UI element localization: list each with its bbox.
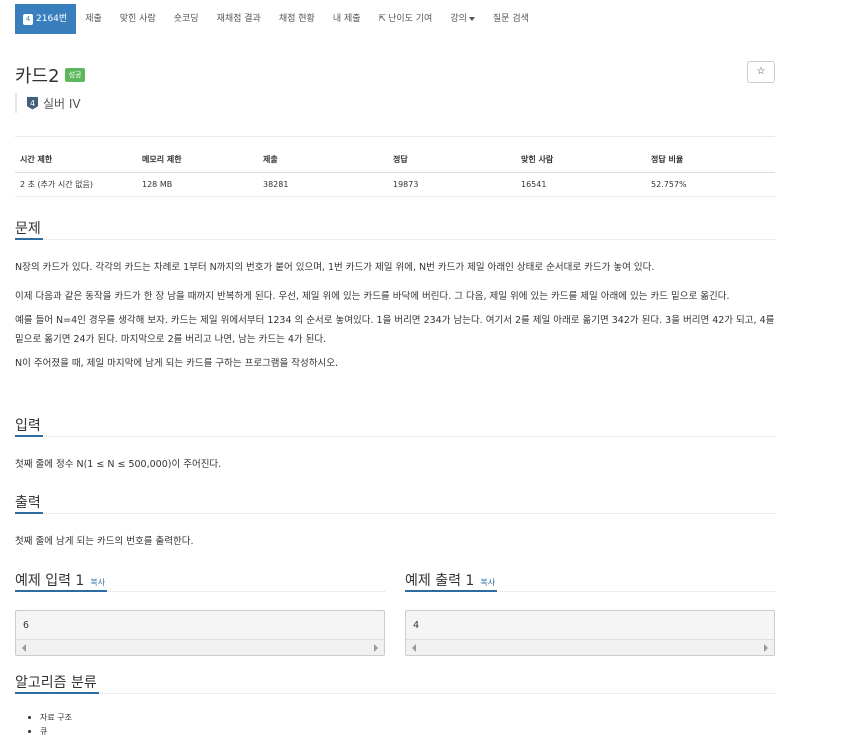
horizontal-scrollbar[interactable]: [16, 639, 384, 655]
input-section: 입력 첫째 줄에 정수 N(1 ≤ N ≤ 500,000)이 주어진다.: [15, 415, 775, 474]
section-title-algorithms: 알고리즘 분류: [15, 672, 99, 694]
problem-paragraph: N장의 카드가 있다. 각각의 카드는 차례로 1부터 N까지의 번호가 붙어 …: [15, 262, 655, 273]
nav-judge-status[interactable]: 채점 현황: [270, 4, 324, 34]
section-header: 예제 출력 1 복사: [405, 570, 775, 592]
nav-problem-number[interactable]: 4 2164번: [15, 4, 77, 34]
section-title-input: 입력: [15, 415, 43, 437]
algorithm-tag-list: 자료 구조 큐: [28, 711, 72, 739]
value-memory-limit: 128 MB: [142, 180, 173, 189]
header-solved-users: 맞힌 사람: [521, 155, 554, 164]
output-section: 출력 첫째 줄에 남게 되는 카드의 번호를 출력한다.: [15, 492, 775, 551]
input-description: 첫째 줄에 정수 N(1 ≤ N ≤ 500,000)이 주어진다.: [15, 459, 222, 470]
nav-solved-users[interactable]: 맞힌 사람: [111, 4, 165, 34]
nav-short-coding[interactable]: 숏코딩: [165, 4, 208, 34]
sample-input-value: 6: [23, 620, 30, 631]
problem-nav: 4 2164번 제출 맞힌 사람 숏코딩 재채점 결과 채점 현황 내 제출 ⇱…: [15, 4, 538, 34]
silver-tier-icon: 4: [27, 96, 38, 110]
value-accepted: 19873: [393, 180, 419, 189]
tier-badge-icon: 4: [23, 13, 33, 25]
header-time-limit: 시간 제한: [20, 155, 53, 164]
external-link-icon: ⇱: [378, 14, 387, 24]
problem-paragraph: 예를 들어 N=4인 경우를 생각해 보자. 카드는 제일 위에서부터 1234…: [15, 315, 775, 345]
section-title-output: 출력: [15, 492, 43, 514]
problem-paragraph: 이제 다음과 같은 동작을 카드가 한 장 남을 때까지 반복하게 된다. 우선…: [15, 291, 730, 302]
scroll-left-icon[interactable]: [22, 644, 26, 652]
section-title-problem: 문제: [15, 218, 43, 240]
section-header: 예제 입력 1 복사: [15, 570, 385, 592]
tier-label[interactable]: 실버 IV: [43, 95, 81, 112]
problem-info-table: 시간 제한 메모리 제한 제출 정답 맞힌 사람 정답 비율 2 초 (추가 시…: [15, 147, 775, 197]
sample-input-box[interactable]: 6: [15, 610, 385, 656]
section-header: 알고리즘 분류: [15, 672, 775, 694]
status-badge: 성공: [64, 68, 86, 82]
value-accept-ratio: 52.757%: [651, 180, 687, 189]
sample-output-value: 4: [413, 620, 420, 631]
sample-output-title: 예제 출력 1: [405, 573, 475, 589]
section-title-sample-input: 예제 입력 1 복사: [15, 570, 108, 592]
nav-rejudge-results[interactable]: 재채점 결과: [208, 4, 270, 34]
header-accept-ratio: 정답 비율: [651, 155, 684, 164]
problem-number-label: 2164번: [36, 14, 68, 24]
problem-title-row: 카드2 성공: [15, 62, 86, 88]
tier-row: 4 실버 IV: [15, 93, 81, 113]
difficulty-label: 난이도 기여: [388, 14, 433, 24]
nav-my-submissions[interactable]: 내 제출: [324, 4, 370, 34]
header-submissions: 제출: [263, 155, 278, 164]
scroll-left-icon[interactable]: [412, 644, 416, 652]
problem-description-section: 문제 N장의 카드가 있다. 각각의 카드는 차례로 1부터 N까지의 번호가 …: [15, 218, 775, 373]
section-header: 문제: [15, 218, 775, 240]
list-item[interactable]: 자료 구조: [28, 711, 72, 725]
value-time-limit: 2 초 (추가 시간 없음): [20, 180, 94, 189]
table-row: 2 초 (추가 시간 없음) 128 MB 38281 19873 16541 …: [15, 173, 775, 197]
sample-input-title: 예제 입력 1: [15, 573, 85, 589]
sample-input-section: 예제 입력 1 복사: [15, 570, 385, 592]
table-header-row: 시간 제한 메모리 제한 제출 정답 맞힌 사람 정답 비율: [15, 147, 775, 173]
horizontal-scrollbar[interactable]: [406, 639, 774, 655]
header-accepted: 정답: [393, 155, 408, 164]
nav-difficulty-contribution[interactable]: ⇱ 난이도 기여: [370, 4, 442, 34]
star-button[interactable]: ☆: [747, 61, 775, 83]
algorithm-section: 알고리즘 분류: [15, 672, 775, 694]
list-item[interactable]: 큐: [28, 725, 72, 739]
copy-sample-input-link[interactable]: 복사: [90, 578, 105, 587]
section-header: 출력: [15, 492, 775, 514]
section-header: 입력: [15, 415, 775, 437]
sample-output-section: 예제 출력 1 복사: [405, 570, 775, 592]
scroll-right-icon[interactable]: [764, 644, 768, 652]
nav-submit[interactable]: 제출: [76, 4, 111, 34]
caret-down-icon: [468, 16, 475, 21]
value-solved-users: 16541: [521, 180, 547, 189]
nav-question-search[interactable]: 질문 검색: [484, 4, 538, 34]
sample-output-box[interactable]: 4: [405, 610, 775, 656]
copy-sample-output-link[interactable]: 복사: [480, 578, 495, 587]
lectures-label: 강의: [450, 14, 467, 24]
section-title-sample-output: 예제 출력 1 복사: [405, 570, 498, 592]
header-memory-limit: 메모리 제한: [142, 155, 182, 164]
divider: [15, 136, 775, 137]
scroll-right-icon[interactable]: [374, 644, 378, 652]
problem-paragraph: N이 주어졌을 때, 제일 마지막에 남게 되는 카드를 구하는 프로그램을 작…: [15, 358, 339, 369]
value-submissions: 38281: [263, 180, 289, 189]
problem-title: 카드2: [15, 66, 60, 87]
output-description: 첫째 줄에 남게 되는 카드의 번호를 출력한다.: [15, 536, 194, 547]
nav-lectures-dropdown[interactable]: 강의: [441, 4, 484, 34]
